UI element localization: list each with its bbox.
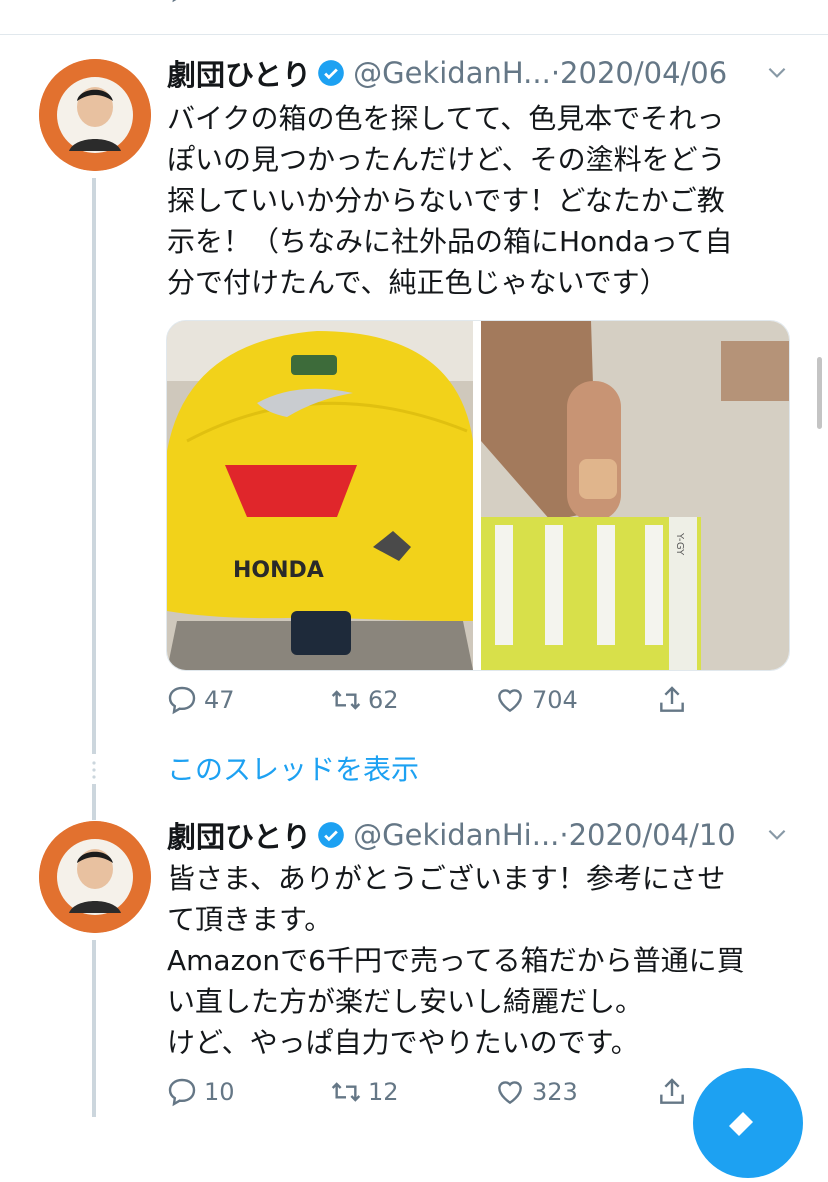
compose-icon xyxy=(729,1112,753,1136)
tweet-text-line: い直した方が楽だし安いし綺麗だし。 xyxy=(167,985,644,1018)
avatar-image xyxy=(39,59,151,171)
compose-tweet-button[interactable] xyxy=(693,1068,803,1178)
retweet-button[interactable]: 62 xyxy=(330,684,399,716)
previous-tweet-actions: 45 244 2260 xyxy=(0,0,828,12)
tweet-text: 皆さま、ありがとうございます！参考にさせ て頂きます。 Amazonで6千円で売… xyxy=(167,858,797,1063)
reply-count: 45 xyxy=(204,0,235,2)
reply-icon xyxy=(168,686,196,715)
yellow-box-photo[interactable]: HONDA xyxy=(167,321,473,670)
heart-icon xyxy=(498,1081,522,1105)
heart-icon xyxy=(498,689,522,713)
like-button[interactable]: 323 xyxy=(494,1076,578,1108)
thread-line xyxy=(92,178,96,754)
avatar[interactable] xyxy=(39,59,151,171)
share-button[interactable] xyxy=(656,1076,688,1108)
reply-count: 47 xyxy=(204,686,235,714)
retweet-button[interactable]: 12 xyxy=(330,1076,399,1108)
tweet-text-line: Amazonで6千円で売ってる箱だから普通に買 xyxy=(167,944,745,977)
heart-icon xyxy=(509,0,511,1)
tweet-text: バイクの箱の色を探してて、色見本でそれっ ぽいの見つかったんだけど、その塗料をど… xyxy=(167,98,797,303)
reply-icon xyxy=(172,0,177,3)
author-handle[interactable]: @GekidanHi... xyxy=(353,818,559,852)
retweet-count: 12 xyxy=(368,1078,399,1106)
tweet-text-line: バイクの箱の色を探してて、色見本でそれっ xyxy=(167,102,725,135)
tweet-text-line: 探していいか分からないです！どなたかご教 xyxy=(167,184,725,217)
avatar-image xyxy=(39,821,151,933)
tweet-text-line: ぽいの見つかったんだけど、その塗料をどう xyxy=(167,143,726,176)
share-icon xyxy=(660,686,684,712)
retweet-count: 244 xyxy=(368,0,414,2)
reply-button[interactable]: 47 xyxy=(166,684,235,716)
share-button[interactable] xyxy=(656,0,688,4)
author-handle[interactable]: @GekidanH... xyxy=(353,56,551,90)
media-gap xyxy=(473,321,481,670)
like-count: 704 xyxy=(532,686,578,714)
author-name[interactable]: 劇団ひとり xyxy=(167,814,311,856)
retweet-button[interactable]: 244 xyxy=(330,0,414,4)
tweet-divider xyxy=(0,34,828,35)
tweet-header: 劇団ひとり @GekidanH... ·2020/04/06 xyxy=(167,53,798,93)
tweet-actions: 47 62 704 xyxy=(166,684,726,724)
tweet-date[interactable]: ·2020/04/10 xyxy=(559,818,735,852)
tweet-text-line: て頂きます。 xyxy=(167,903,333,936)
chevron-down-icon[interactable] xyxy=(764,821,790,847)
reply-button[interactable]: 10 xyxy=(166,1076,235,1108)
tweet-actions: 10 12 323 xyxy=(166,1076,726,1116)
author-name[interactable]: 劇団ひとり xyxy=(167,52,311,94)
show-thread-link[interactable]: このスレッドを表示 xyxy=(167,748,419,788)
like-count: 323 xyxy=(532,1078,578,1106)
verified-badge-icon xyxy=(318,822,344,848)
tweet-date[interactable]: ·2020/04/06 xyxy=(551,56,727,90)
tweet-text-line: けど、やっぱ自力でやりたいのです。 xyxy=(167,1026,639,1059)
share-icon xyxy=(656,0,688,4)
share-button[interactable] xyxy=(656,684,688,716)
tweet-text-line: 分で付けたんで、純正色じゃないです） xyxy=(167,266,668,299)
retweet-icon xyxy=(331,690,361,710)
box-brand-text: HONDA xyxy=(233,558,324,583)
thread-ellipsis-icon xyxy=(92,761,96,779)
thread-line xyxy=(92,784,96,820)
share-icon xyxy=(660,1078,684,1104)
tweet-text-line: 示を！（ちなみに社外品の箱にHondaって自 xyxy=(167,225,733,258)
chevron-down-icon[interactable] xyxy=(764,59,790,85)
tweet-media[interactable]: HONDA Y-GY xyxy=(166,320,790,671)
like-count: 2260 xyxy=(532,0,593,2)
retweet-count: 62 xyxy=(368,686,399,714)
reply-count: 10 xyxy=(204,1078,235,1106)
tweet-text-line: 皆さま、ありがとうございます！参考にさせ xyxy=(167,862,726,895)
scrollbar[interactable] xyxy=(817,357,822,429)
retweet-icon xyxy=(330,0,362,4)
reply-button[interactable]: 45 xyxy=(166,0,235,4)
thread-line xyxy=(92,940,96,1117)
avatar[interactable] xyxy=(39,821,151,933)
swatch-label: Y-GY xyxy=(674,532,685,556)
like-button[interactable]: 2260 xyxy=(494,0,593,4)
like-button[interactable]: 704 xyxy=(494,684,578,716)
reply-icon xyxy=(168,1078,196,1107)
retweet-icon xyxy=(331,1082,361,1102)
color-sample-photo[interactable]: Y-GY xyxy=(481,321,789,670)
verified-badge-icon xyxy=(318,60,344,86)
tweet-header: 劇団ひとり @GekidanHi... ·2020/04/10 xyxy=(167,815,798,855)
